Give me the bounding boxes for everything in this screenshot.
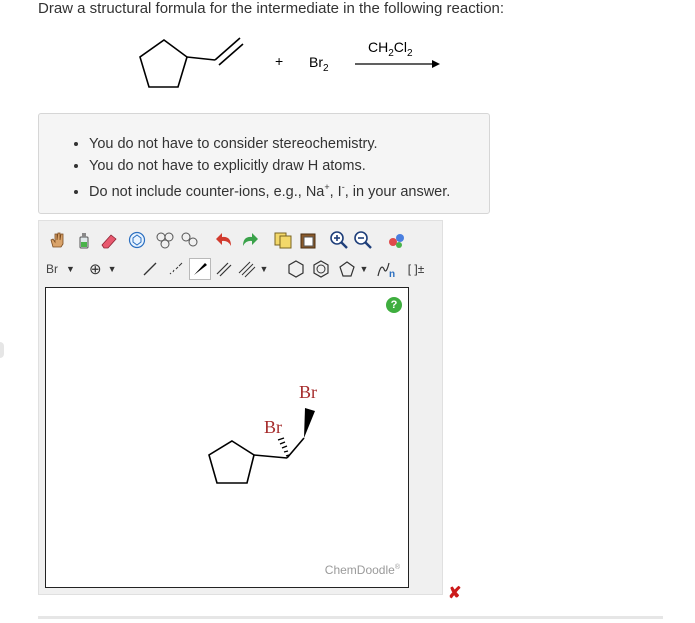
copy-icon[interactable]	[272, 229, 294, 251]
zoom-out-icon[interactable]	[352, 229, 374, 251]
question-text: Draw a structural formula for the interm…	[38, 0, 505, 17]
chevron-down-icon: ▼	[66, 264, 75, 274]
bracket-tool[interactable]: [ ]±	[399, 258, 433, 280]
redo-icon[interactable]	[238, 229, 260, 251]
zoom-in-icon[interactable]	[328, 229, 350, 251]
hint-text: , I	[329, 183, 342, 200]
undo-icon[interactable]	[214, 229, 236, 251]
clean-icon[interactable]	[386, 229, 408, 251]
svg-text:n: n	[389, 269, 395, 279]
pentagon-ring-icon[interactable]	[336, 258, 358, 280]
hint-item: You do not have to consider stereochemis…	[89, 134, 489, 156]
chain-tool-icon[interactable]: n	[375, 258, 397, 280]
paste-icon[interactable]	[297, 229, 319, 251]
bromine-atom-label: Br	[264, 417, 282, 437]
chevron-down-icon[interactable]: ▼	[358, 258, 370, 280]
hint-item: Do not include counter-ions, e.g., Na+, …	[89, 177, 489, 203]
chemdoodle-watermark: ChemDoodle®	[325, 563, 400, 577]
single-bond-icon[interactable]	[139, 258, 161, 280]
incorrect-mark-icon: ✘	[448, 585, 462, 602]
plus-sign: +	[275, 53, 284, 69]
watermark-sup: ®	[394, 564, 400, 571]
solvent-cl: Cl	[393, 39, 408, 55]
hexagon-ring-icon[interactable]	[285, 258, 307, 280]
hint-text: Do not include counter-ions, e.g., Na	[89, 183, 325, 200]
element-selector[interactable]: Br ▼	[46, 258, 84, 280]
bracket-label: [ ]±	[407, 262, 425, 276]
solvent-sub2: 2	[407, 47, 413, 59]
product-structure	[208, 408, 315, 484]
lasso-select-icon[interactable]	[126, 229, 148, 251]
drawing-canvas[interactable]: ? Br Br ChemDoodle®	[45, 287, 409, 588]
benzene-ring-icon[interactable]	[310, 258, 332, 280]
triple-bond-icon[interactable]	[236, 258, 258, 280]
hints-list: You do not have to consider stereochemis…	[39, 114, 489, 203]
hand-tool-icon[interactable]	[46, 229, 68, 251]
scroll-handle[interactable]	[0, 342, 4, 358]
reactant-structure	[139, 37, 440, 88]
solvent-label: CH2Cl2	[368, 39, 413, 59]
eraser-icon[interactable]	[98, 229, 120, 251]
reagent-subscript: 2	[323, 62, 329, 74]
hashed-bond-icon[interactable]	[164, 258, 186, 280]
hint-text: , in your answer.	[344, 183, 451, 200]
chevron-down-icon: ▼	[107, 264, 117, 274]
reagent-symbol: Br	[309, 54, 323, 70]
wedge-bond-icon[interactable]	[189, 258, 211, 280]
reaction-scheme: + Br2 CH2Cl2	[0, 30, 695, 105]
clear-bottle-icon[interactable]	[73, 229, 95, 251]
reagent-label: Br2	[309, 54, 329, 74]
charge-label: ⊕	[89, 261, 102, 278]
hints-box: You do not have to consider stereochemis…	[38, 113, 490, 214]
double-bond-icon[interactable]	[213, 258, 235, 280]
templates-icon[interactable]	[155, 229, 177, 251]
element-label: Br	[46, 262, 58, 276]
chemdoodle-editor: Br ▼ ⊕ ▼ ▼ ▼ n [ ]± ? Br Br ChemDoodle®	[38, 220, 443, 595]
watermark-text: ChemDoodle	[324, 563, 395, 577]
bromine-atom-label: Br	[299, 382, 317, 402]
charge-selector[interactable]: ⊕ ▼	[89, 258, 127, 280]
solvent-ch: CH	[368, 39, 389, 55]
hint-item: You do not have to explicitly draw H ato…	[89, 156, 489, 178]
chevron-down-icon[interactable]: ▼	[258, 258, 270, 280]
rings-template-icon[interactable]	[179, 229, 201, 251]
divider	[38, 616, 663, 619]
